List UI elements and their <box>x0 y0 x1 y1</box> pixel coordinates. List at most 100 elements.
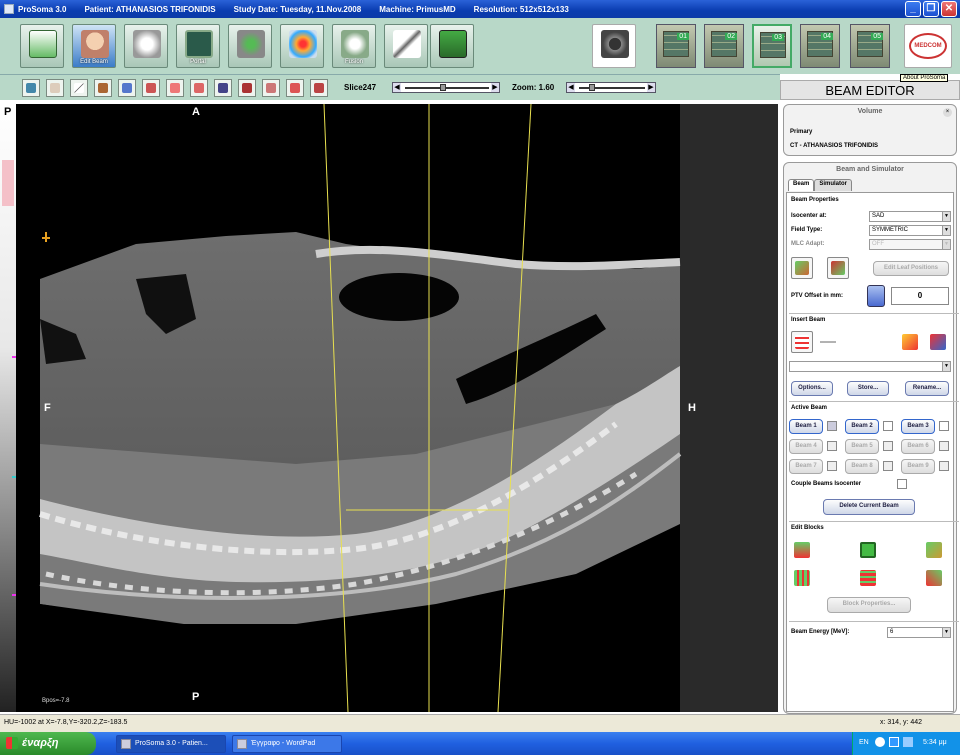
tab-beam[interactable]: Beam <box>788 179 815 191</box>
slider-thumb[interactable] <box>439 84 446 91</box>
rename-button[interactable]: Rename... <box>905 381 949 396</box>
block-copy-button[interactable] <box>923 539 945 561</box>
close-icon[interactable]: × <box>943 108 952 117</box>
crosshair-button[interactable] <box>214 79 232 97</box>
window-level-strip[interactable] <box>0 104 17 712</box>
delete-beam-button[interactable]: Delete Current Beam <box>823 499 915 515</box>
beam-2-checkbox[interactable] <box>883 421 893 431</box>
field-shape-button[interactable] <box>827 257 849 279</box>
block-grid-button[interactable] <box>791 567 813 589</box>
beam-9-button[interactable]: Beam 9 <box>901 459 935 474</box>
help-icon[interactable] <box>875 737 885 747</box>
beam-8-checkbox[interactable] <box>883 461 893 471</box>
edit-leaf-tool-button[interactable] <box>791 257 813 279</box>
select-tool-button[interactable] <box>22 79 40 97</box>
start-button[interactable]: έναρξη <box>0 732 96 755</box>
flip-button[interactable] <box>166 79 184 97</box>
taskbar-item-prosoma[interactable]: ProSoma 3.0 - Patien... <box>116 735 226 753</box>
dose-button[interactable] <box>280 24 324 68</box>
edit-beam-button[interactable]: Edit Beam <box>72 24 116 68</box>
zoom-fit-button[interactable] <box>118 79 136 97</box>
beam-list-select[interactable]: ▼ <box>789 361 951 372</box>
slider-left-arrow-icon[interactable]: ◀ <box>393 83 401 92</box>
beam-7-button[interactable]: Beam 7 <box>789 459 823 474</box>
volume-icon[interactable] <box>903 737 913 747</box>
close-button[interactable]: ✕ <box>941 1 957 17</box>
fusion-button[interactable]: Fusion <box>332 24 376 68</box>
screen-layout-2-button[interactable]: 02 <box>704 24 744 68</box>
beam-6-button[interactable]: Beam 6 <box>901 439 935 454</box>
language-indicator[interactable]: EN <box>859 739 869 746</box>
window-level-button[interactable] <box>238 79 256 97</box>
beam-9-checkbox[interactable] <box>939 461 949 471</box>
add-beam-arrows-button[interactable] <box>927 331 949 353</box>
options-button[interactable]: Options... <box>791 381 833 396</box>
contour-button[interactable] <box>228 24 272 68</box>
block-move-button[interactable] <box>923 567 945 589</box>
beam-8-button[interactable]: Beam 8 <box>845 459 879 474</box>
beam-editor-panel: BEAM EDITOR About ProSoma Volume × Prima… <box>780 74 960 714</box>
beam-6-checkbox[interactable] <box>939 441 949 451</box>
rotate-button[interactable] <box>142 79 160 97</box>
edit-leaf-positions-button[interactable]: Edit Leaf Positions <box>873 261 949 276</box>
about-button[interactable]: MEDCOM <box>904 24 952 68</box>
orientation-side-left-label: F <box>44 402 51 414</box>
block-draw-button[interactable] <box>791 539 813 561</box>
screen-layout-3-button[interactable]: 03 <box>752 24 792 68</box>
zoom-slider[interactable]: ◀ ▶ <box>566 82 656 93</box>
taskbar-item-wordpad[interactable]: Έγγραφο - WordPad <box>232 735 342 753</box>
beam-2-button[interactable]: Beam 2 <box>845 419 879 434</box>
tab-simulator[interactable]: Simulator <box>814 179 853 191</box>
slider-thumb[interactable] <box>589 84 596 91</box>
slice-slider[interactable]: ◀ ▶ <box>392 82 500 93</box>
restore-button[interactable]: ❐ <box>923 1 939 17</box>
network-icon[interactable] <box>889 737 899 747</box>
add-beam-cone-button[interactable] <box>899 331 921 353</box>
beam-4-checkbox[interactable] <box>827 441 837 451</box>
beam-7-checkbox[interactable] <box>827 461 837 471</box>
beam-1-button[interactable]: Beam 1 <box>789 419 823 434</box>
measure-tool-button[interactable] <box>94 79 112 97</box>
beam-4-button[interactable]: Beam 4 <box>789 439 823 454</box>
line-tool-button[interactable] <box>70 79 88 97</box>
mirror-button[interactable] <box>190 79 208 97</box>
mlc-select[interactable]: OFF ▼ <box>869 239 951 250</box>
reset-view-button[interactable] <box>310 79 328 97</box>
block-delete-button[interactable] <box>857 567 879 589</box>
slider-right-arrow-icon[interactable]: ▶ <box>647 83 655 92</box>
beam-energy-select[interactable]: 6 ▼ <box>887 627 951 638</box>
screen-layout-1-button[interactable]: 01 <box>656 24 696 68</box>
annotate-button[interactable] <box>262 79 280 97</box>
ptv-offset-spinner[interactable] <box>867 285 885 307</box>
check-cross-button[interactable] <box>817 331 839 353</box>
screen-layout-4-button[interactable]: 04 <box>800 24 840 68</box>
ct-viewport[interactable]: A F H P Bpos=-7.8 <box>16 104 778 712</box>
screen-layout-5-button[interactable]: 05 <box>850 24 890 68</box>
slider-left-arrow-icon[interactable]: ◀ <box>567 83 575 92</box>
portal-button[interactable]: Portal <box>176 24 220 68</box>
block-fit-button[interactable] <box>857 539 879 561</box>
minimize-button[interactable]: _ <box>905 1 921 17</box>
3d-view-button[interactable] <box>124 24 168 68</box>
insert-beam-grid-button[interactable] <box>791 331 813 353</box>
beam-5-button[interactable]: Beam 5 <box>845 439 879 454</box>
slider-right-arrow-icon[interactable]: ▶ <box>491 83 499 92</box>
histogram-button[interactable] <box>286 79 304 97</box>
report-button[interactable] <box>430 24 474 68</box>
beam-3-button[interactable]: Beam 3 <box>901 419 935 434</box>
field-type-select[interactable]: SYMMETRIC ▼ <box>869 225 951 236</box>
tools-button[interactable] <box>384 24 428 68</box>
beam-3-checkbox[interactable] <box>939 421 949 431</box>
beam-5-checkbox[interactable] <box>883 441 893 451</box>
isocenter-select[interactable]: SAD ▼ <box>869 211 951 222</box>
couple-beams-checkbox[interactable] <box>897 479 907 489</box>
snapshot-button[interactable] <box>592 24 636 68</box>
block-fit-icon <box>860 542 876 558</box>
store-button[interactable]: Store... <box>847 381 889 396</box>
erase-tool-button[interactable] <box>46 79 64 97</box>
beam-1-checkbox[interactable] <box>827 421 837 431</box>
panel-title: BEAM EDITOR <box>780 80 960 100</box>
ptv-offset-field[interactable]: 0 <box>891 287 949 305</box>
block-properties-button[interactable]: Block Properties... <box>827 597 911 613</box>
save-patient-button[interactable] <box>20 24 64 68</box>
